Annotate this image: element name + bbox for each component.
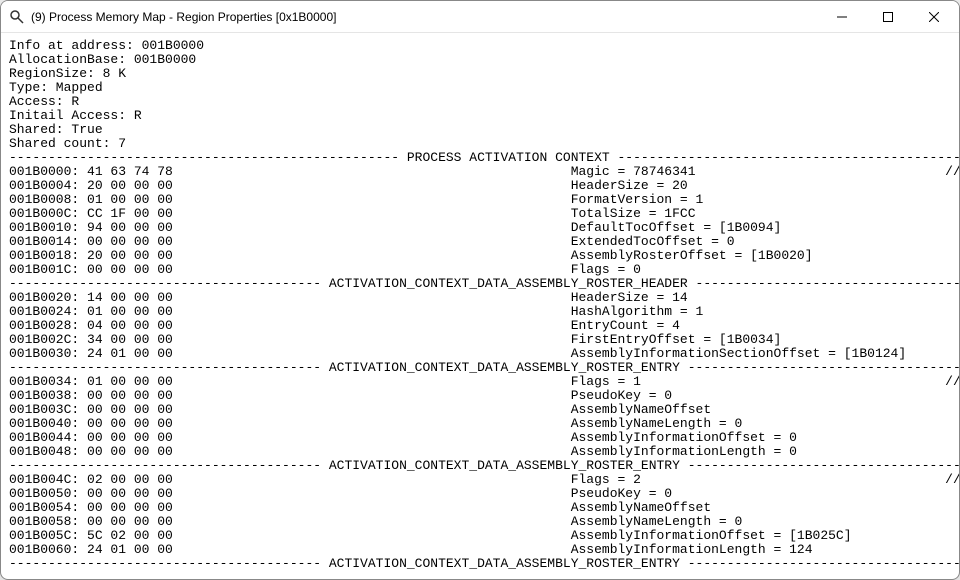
maximize-button[interactable] xyxy=(865,2,911,32)
window-buttons xyxy=(819,2,957,32)
window-title: (9) Process Memory Map - Region Properti… xyxy=(31,10,819,24)
memory-dump-text: Info at address: 001B0000 AllocationBase… xyxy=(1,33,959,579)
content-scroll-area[interactable]: Info at address: 001B0000 AllocationBase… xyxy=(1,33,959,579)
minimize-button[interactable] xyxy=(819,2,865,32)
titlebar[interactable]: (9) Process Memory Map - Region Properti… xyxy=(1,1,959,33)
close-button[interactable] xyxy=(911,2,957,32)
app-window: (9) Process Memory Map - Region Properti… xyxy=(0,0,960,580)
app-icon xyxy=(9,9,25,25)
